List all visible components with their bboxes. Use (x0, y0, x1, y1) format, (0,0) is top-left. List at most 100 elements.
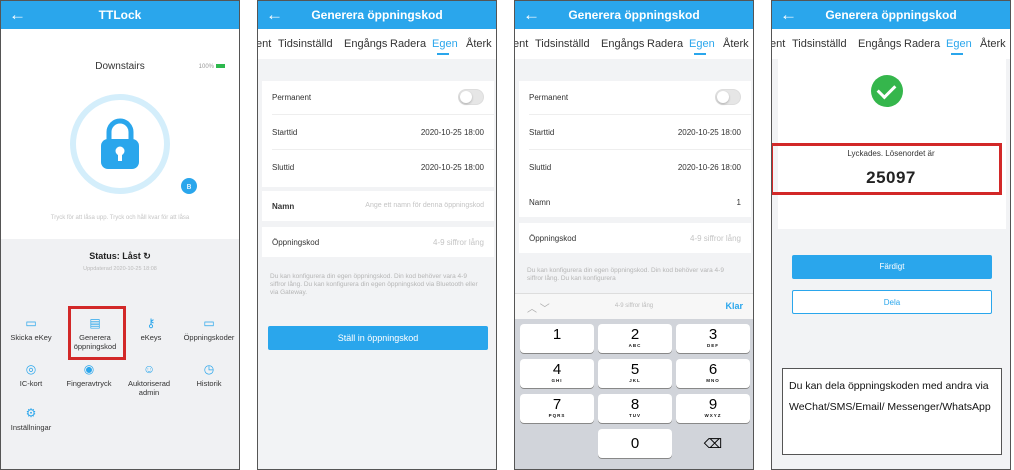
backspace-key[interactable]: ⌫ (676, 429, 750, 458)
key-5[interactable]: 5 JKL (598, 359, 672, 388)
time-settings-card: Permanent Starttid 2020-10-25 18:00 Slutt… (519, 81, 751, 187)
battery-icon (216, 64, 225, 69)
menu-ic-kort[interactable]: ◎ IC-kort (3, 363, 59, 388)
numeric-keypad: 1 2 ABC 3 DEF 4 GHI 5 JKL 6 MNO 7 PQRS 8 TUV 9W… (515, 319, 753, 469)
key-0[interactable]: 0 (598, 429, 672, 458)
divider (529, 114, 751, 115)
tab-radera[interactable]: Radera (904, 38, 940, 50)
admin-icon: ☺ (143, 362, 156, 376)
home-body: Downstairs 100% ʙ Tryck för att låsa upp… (1, 29, 239, 469)
success-check-icon (871, 75, 903, 107)
refresh-icon[interactable]: ↻ (143, 251, 151, 261)
tab-radera[interactable]: Radera (390, 38, 426, 50)
key-letters: DEF (707, 343, 719, 348)
code-field[interactable]: Öppningskod 4-9 siffror lång (272, 238, 484, 247)
start-value: 2020-10-25 18:00 (420, 128, 484, 137)
menu-label: IC-kort (19, 379, 43, 388)
key-2[interactable]: 2 ABC (598, 324, 672, 353)
tab-permanent[interactable]: ent (772, 38, 785, 50)
tab-bar: ent Tidsinställd Engångs Radera Egen Åte… (515, 29, 753, 59)
menu-label: Öppningskoder (183, 333, 235, 342)
header-title: TTLock (98, 8, 142, 22)
tab-engangs[interactable]: Engångs (601, 38, 644, 50)
fingerprint-icon: ◉ (83, 362, 95, 376)
done-button[interactable]: Färdigt (792, 255, 992, 279)
tab-egen[interactable]: Egen (946, 38, 972, 50)
key-digit: 0 (630, 435, 640, 452)
battery-level: 100% (198, 64, 214, 70)
menu-historik[interactable]: ◷ Historik (181, 363, 237, 388)
share-button[interactable]: Dela (792, 290, 992, 314)
set-passcode-button[interactable]: Ställ in öppningskod (268, 326, 488, 350)
menu-installningar[interactable]: ⚙ Inställningar (3, 407, 59, 432)
tab-aterkommande[interactable]: Återk (723, 38, 749, 50)
bluetooth-icon[interactable]: ʙ (181, 178, 197, 194)
share-note: Du kan dela öppningskoden med andra via … (782, 368, 1002, 455)
end-label: Sluttid (272, 163, 295, 172)
start-time-row[interactable]: Starttid 2020-10-25 18:00 (529, 128, 741, 137)
permanent-label: Permanent (272, 93, 312, 102)
header: ← Generera öppningskod (258, 1, 496, 29)
tab-aterkommande[interactable]: Återk (466, 38, 492, 50)
history-icon: ◷ (203, 362, 215, 376)
menu-skicka-ekey[interactable]: ▭ Skicka eKey (3, 317, 59, 342)
tab-tidsinstalld[interactable]: Tidsinställd (792, 38, 847, 50)
tab-permanent[interactable]: ent (258, 38, 271, 50)
key-digit: 9 (708, 396, 718, 413)
menu-auktoriserad-admin[interactable]: ☺ Auktoriserad admin (121, 363, 177, 397)
menu-label: Skicka eKey (10, 333, 52, 342)
unlock-hint: Tryck för att låsa upp. Tryck och håll k… (50, 215, 190, 221)
end-time-row[interactable]: Sluttid 2020-10-25 18:00 (272, 163, 484, 172)
header-title: Generera öppningskod (825, 8, 957, 22)
divider (272, 114, 494, 115)
key-3[interactable]: 3 DEF (676, 324, 750, 353)
lock-panel: Downstairs 100% ʙ Tryck för att låsa upp… (1, 29, 239, 239)
menu-oppningskoder[interactable]: ▭ Öppningskoder (181, 317, 237, 342)
permanent-toggle[interactable] (458, 89, 484, 105)
description-text: Du kan konfigurera din egen öppningskod.… (527, 267, 724, 282)
key-6[interactable]: 6 MNO (676, 359, 750, 388)
tab-engangs[interactable]: Engångs (858, 38, 901, 50)
menu-label: Historik (196, 379, 222, 388)
start-time-row[interactable]: Starttid 2020-10-25 18:00 (272, 128, 484, 137)
header: ← Generera öppningskod (515, 1, 753, 29)
tab-egen[interactable]: Egen (432, 38, 458, 50)
tab-permanent[interactable]: ent (515, 38, 528, 50)
permanent-toggle[interactable] (715, 89, 741, 105)
key-letters: ABC (628, 343, 642, 348)
key-1[interactable]: 1 (520, 324, 594, 353)
tab-tidsinstalld[interactable]: Tidsinställd (535, 38, 590, 50)
screen-generate-success: ← Generera öppningskod ent Tidsinställd … (771, 0, 1011, 470)
name-label: Namn (529, 198, 551, 207)
code-field[interactable]: Öppningskod 4-9 siffror lång (529, 234, 741, 243)
tab-underline (694, 53, 706, 55)
unlock-button[interactable] (70, 94, 170, 194)
name-label: Namn (272, 202, 295, 211)
key-9[interactable]: 9 WXYZ (676, 394, 750, 423)
tab-underline (437, 53, 449, 55)
key-8[interactable]: 8 TUV (598, 394, 672, 423)
menu-fingeravtryck[interactable]: ◉ Fingeravtryck (61, 363, 117, 388)
key-letters: JKL (629, 378, 641, 383)
tab-tidsinstalld[interactable]: Tidsinställd (278, 38, 333, 50)
tab-aterkommande[interactable]: Återk (980, 38, 1006, 50)
passcode-list-icon: ▭ (203, 316, 215, 330)
menu-ekeys[interactable]: ⚷ eKeys (123, 317, 179, 342)
code-label: Öppningskod (529, 234, 577, 243)
tab-radera[interactable]: Radera (647, 38, 683, 50)
key-4[interactable]: 4 GHI (520, 359, 594, 388)
keyboard-done-button[interactable]: Klar (725, 301, 743, 311)
status-value: Låst (122, 251, 141, 261)
key-7[interactable]: 7 PQRS (520, 394, 594, 423)
end-time-row[interactable]: Sluttid 2020-10-26 18:00 (529, 163, 741, 172)
tab-engangs[interactable]: Engångs (344, 38, 387, 50)
lock-status: Status: Låst ↻ (1, 251, 239, 262)
header: ← Generera öppningskod (772, 1, 1010, 29)
send-ekey-icon: ▭ (25, 316, 37, 330)
tab-egen[interactable]: Egen (689, 38, 715, 50)
header: ← TTLock (1, 1, 239, 29)
key-icon: ⚷ (146, 316, 156, 330)
name-field[interactable]: Namn 1 (529, 198, 741, 207)
tab-bar: ent Tidsinställd Engångs Radera Egen Åte… (772, 29, 1010, 59)
name-field[interactable]: Namn Ange ett namn för denna öppningskod (272, 202, 484, 211)
